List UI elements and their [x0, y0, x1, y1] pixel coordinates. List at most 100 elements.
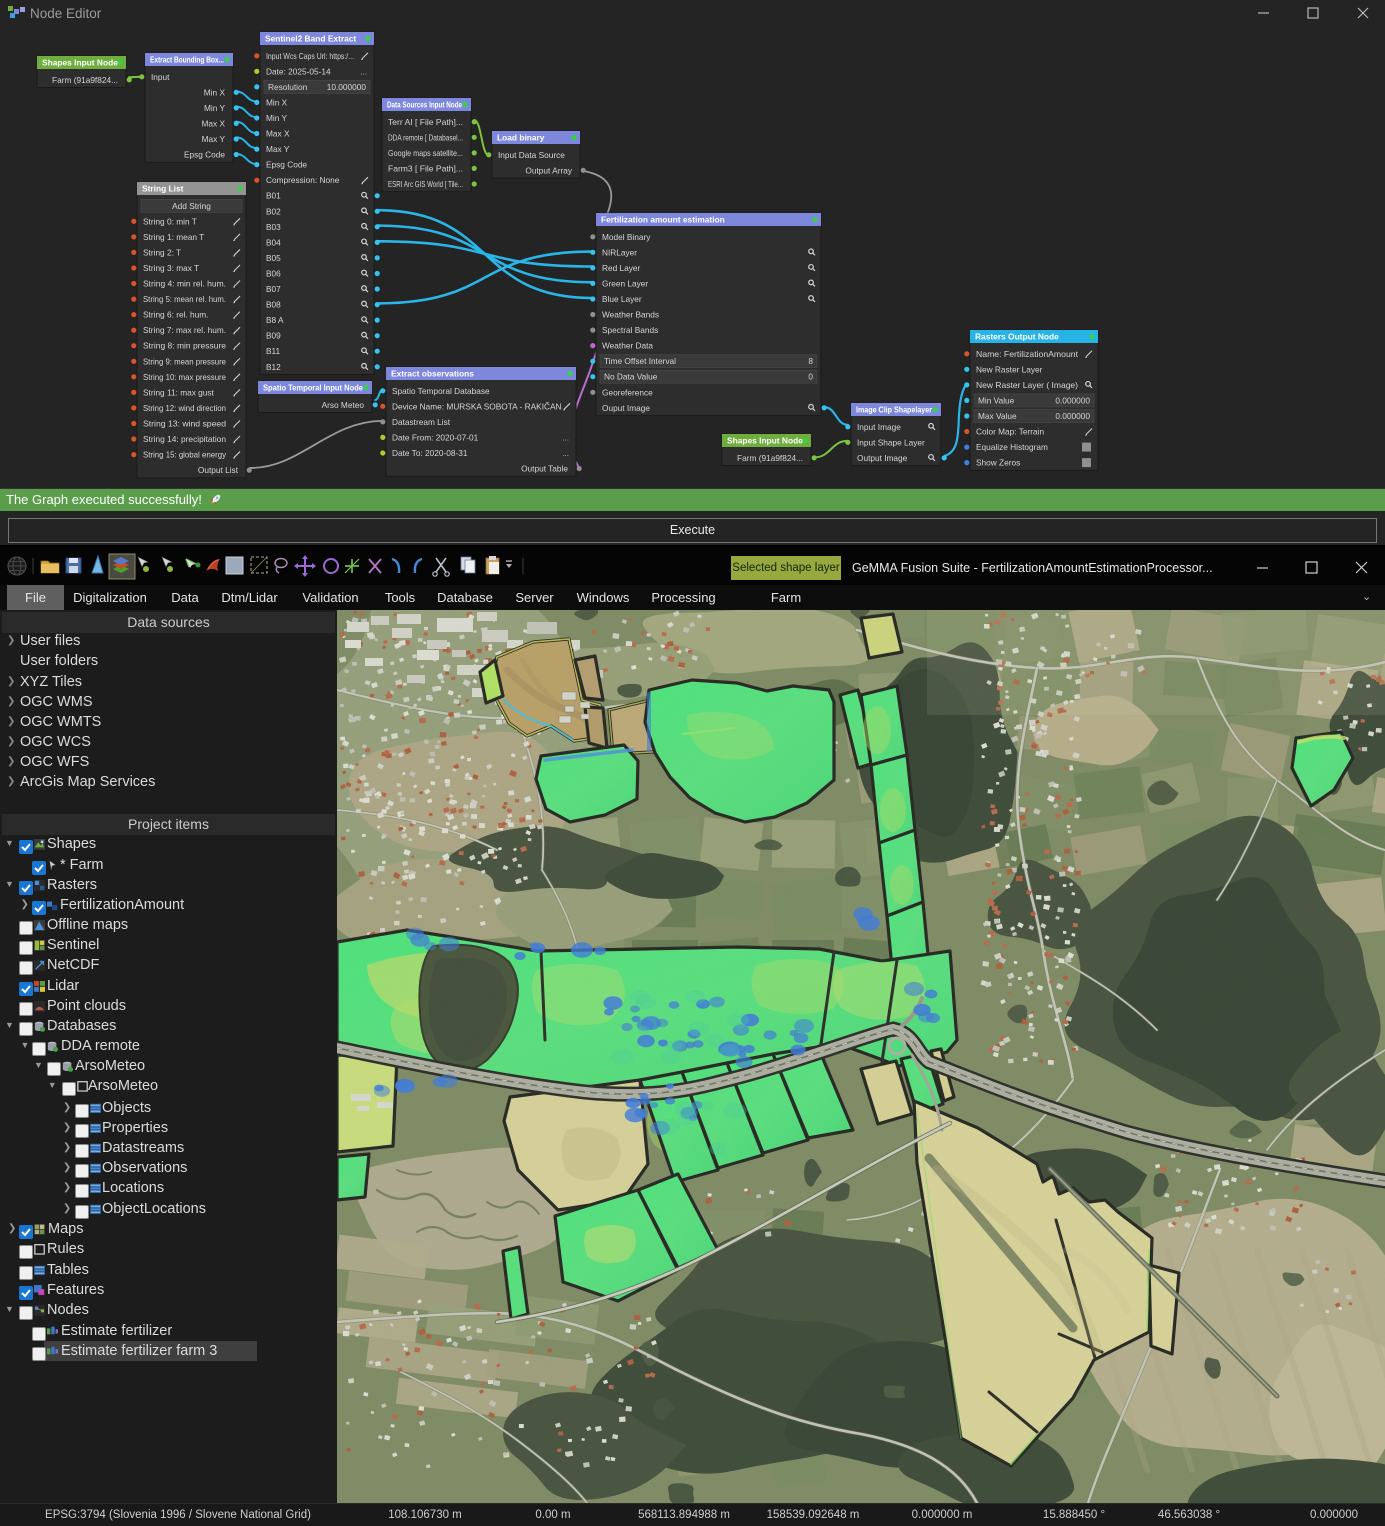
svg-text:...: ...: [360, 67, 367, 76]
svg-text:String 2: T: String 2: T: [143, 247, 181, 257]
svg-text:String 4: min rel. hum.: String 4: min rel. hum.: [143, 279, 226, 289]
svg-text:Farm (91a9f824...: Farm (91a9f824...: [737, 453, 803, 463]
svg-text:B01: B01: [266, 191, 281, 201]
svg-text:Epsg Code: Epsg Code: [184, 150, 225, 160]
svg-text:0: 0: [808, 372, 813, 382]
svg-text:Min X: Min X: [266, 97, 288, 107]
svg-text:Data Sources Input Node: Data Sources Input Node: [387, 100, 462, 110]
svg-text:8: 8: [808, 356, 813, 366]
svg-text:Input Shape Layer: Input Shape Layer: [857, 437, 925, 447]
svg-text:Rasters Output Node: Rasters Output Node: [975, 332, 1059, 342]
svg-text:String 13: wind speed: String 13: wind speed: [143, 419, 226, 429]
svg-text:Extract Bounding Box...: Extract Bounding Box...: [150, 55, 224, 65]
svg-text:Name: FertilizationAmount: Name: FertilizationAmount: [976, 349, 1079, 359]
svg-text:B05: B05: [266, 253, 281, 263]
svg-text:String 5: mean rel. hum.: String 5: mean rel. hum.: [143, 294, 226, 304]
svg-text:Device Name: MURSKA SOBOTA - R: Device Name: MURSKA SOBOTA - RAKIČAN: [392, 401, 562, 411]
svg-text:Weather Bands: Weather Bands: [602, 310, 659, 320]
svg-text:Image Clip Shapelayer: Image Clip Shapelayer: [856, 405, 933, 415]
svg-text:Shapes Input Node: Shapes Input Node: [727, 436, 803, 446]
svg-text:String 11: max gust: String 11: max gust: [143, 387, 215, 397]
svg-text:B06: B06: [266, 269, 281, 279]
svg-text:B02: B02: [266, 206, 281, 216]
svg-text:String 7: max rel. hum.: String 7: max rel. hum.: [143, 325, 226, 335]
svg-text:Spectral Bands: Spectral Bands: [602, 325, 658, 335]
svg-text:Red Layer: Red Layer: [602, 263, 641, 273]
svg-text:Resolution: Resolution: [268, 82, 308, 92]
svg-text:Min Y: Min Y: [204, 103, 226, 113]
svg-text:Max Value: Max Value: [978, 411, 1017, 421]
svg-text:Input Wcs Caps Url: https:/...: Input Wcs Caps Url: https:/...: [266, 51, 354, 61]
svg-text:Weather Data: Weather Data: [602, 341, 653, 351]
svg-text:Input: Input: [151, 72, 170, 82]
svg-text:10.000000: 10.000000: [327, 82, 367, 92]
svg-text:B08: B08: [266, 300, 281, 310]
svg-text:Arso Meteo: Arso Meteo: [322, 400, 365, 410]
svg-text:Output Array: Output Array: [525, 165, 572, 175]
svg-text:Spatio Temporal Input Node: Spatio Temporal Input Node: [263, 383, 363, 393]
svg-text:Max X: Max X: [266, 129, 290, 139]
svg-text:B12: B12: [266, 362, 281, 372]
svg-text:New Raster Layer ( Image): New Raster Layer ( Image): [976, 380, 1078, 390]
svg-text:Fertilization amount estimatio: Fertilization amount estimation: [601, 215, 725, 225]
svg-text:String 14: precipitation: String 14: precipitation: [143, 434, 226, 444]
svg-text:Node Editor: Node Editor: [30, 6, 102, 21]
svg-text:Sentinel2 Band Extract: Sentinel2 Band Extract: [265, 34, 356, 44]
svg-text:Shapes Input Node: Shapes Input Node: [42, 58, 118, 68]
svg-text:NIRLayer: NIRLayer: [602, 247, 637, 257]
svg-text:...: ...: [562, 433, 569, 442]
svg-text:String 8: min pressure: String 8: min pressure: [143, 341, 226, 351]
svg-text:Show Zeros: Show Zeros: [976, 458, 1020, 468]
svg-text:Min Y: Min Y: [266, 113, 288, 123]
svg-text:String 6: rel. hum.: String 6: rel. hum.: [143, 310, 208, 320]
svg-text:String 10: max pressure: String 10: max pressure: [143, 372, 226, 382]
svg-text:Spatio Temporal Database: Spatio Temporal Database: [392, 386, 490, 396]
svg-text:No Data Value: No Data Value: [604, 372, 658, 382]
svg-text:Green Layer: Green Layer: [602, 278, 648, 288]
svg-text:String 1: mean T: String 1: mean T: [143, 232, 204, 242]
svg-text:B04: B04: [266, 237, 281, 247]
svg-text:Epsg Code: Epsg Code: [266, 160, 307, 170]
svg-text:Date From: 2020-07-01: Date From: 2020-07-01: [392, 432, 479, 442]
svg-text:...: ...: [562, 449, 569, 458]
svg-text:Min X: Min X: [204, 87, 226, 97]
svg-text:String 0: min T: String 0: min T: [143, 216, 197, 226]
svg-text:Model Binary: Model Binary: [602, 232, 651, 242]
svg-text:String 15: global energy: String 15: global energy: [143, 450, 227, 460]
svg-text:Date To: 2020-08-31: Date To: 2020-08-31: [392, 448, 468, 458]
svg-text:Color Map: Terrain: Color Map: Terrain: [976, 427, 1044, 437]
svg-text:Farm3 [ File Path]...: Farm3 [ File Path]...: [388, 163, 463, 173]
svg-text:Max Y: Max Y: [266, 144, 290, 154]
svg-text:String List: String List: [142, 184, 184, 194]
svg-text:String 12: wind direction: String 12: wind direction: [143, 403, 226, 413]
svg-text:Input Image: Input Image: [857, 422, 901, 432]
svg-text:Farm (91a9f824...: Farm (91a9f824...: [52, 75, 118, 85]
svg-text:B03: B03: [266, 222, 281, 232]
svg-text:B09: B09: [266, 331, 281, 341]
svg-text:Input Data Source: Input Data Source: [498, 150, 565, 160]
svg-text:Time Offset Interval: Time Offset Interval: [604, 356, 676, 366]
svg-text:Ouput Image: Ouput Image: [602, 403, 650, 413]
svg-text:Output List: Output List: [198, 465, 239, 475]
svg-text:String 9: mean pressure: String 9: mean pressure: [143, 356, 226, 366]
svg-text:Add String: Add String: [172, 201, 211, 211]
svg-text:Output Table: Output Table: [521, 464, 568, 474]
svg-text:Max X: Max X: [201, 118, 225, 128]
svg-text:Terr AI [ File Path]...: Terr AI [ File Path]...: [388, 117, 463, 127]
svg-text:String 3: max T: String 3: max T: [143, 263, 199, 273]
svg-text:Min Value: Min Value: [978, 395, 1015, 405]
svg-text:Extract observations: Extract observations: [391, 369, 474, 379]
svg-text:Compression: None: Compression: None: [266, 175, 340, 185]
svg-text:New Raster Layer: New Raster Layer: [976, 364, 1043, 374]
svg-text:Load binary: Load binary: [497, 133, 545, 143]
svg-text:0.000000: 0.000000: [1055, 395, 1090, 405]
svg-text:Georeference: Georeference: [602, 387, 653, 397]
svg-text:Datastream List: Datastream List: [392, 417, 451, 427]
svg-text:Output Image: Output Image: [857, 453, 908, 463]
svg-text:ESRI Arc GIS World [ Tile...: ESRI Arc GIS World [ Tile...: [388, 179, 463, 189]
svg-text:B11: B11: [266, 346, 281, 356]
svg-text:Date: 2025-05-14: Date: 2025-05-14: [266, 66, 331, 76]
svg-text:B8 A: B8 A: [266, 315, 284, 325]
svg-text:Google maps satellite...: Google maps satellite...: [388, 148, 463, 158]
svg-text:B07: B07: [266, 284, 281, 294]
